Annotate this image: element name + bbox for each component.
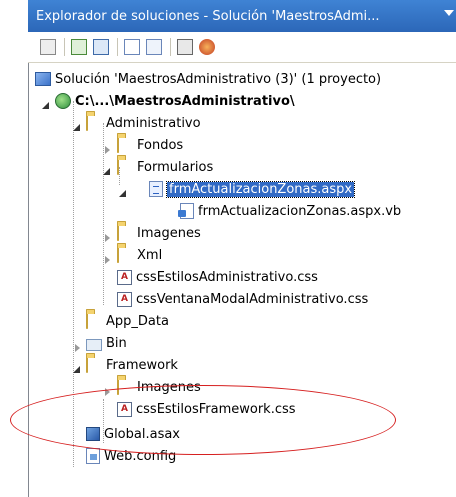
toolbar: [28, 32, 456, 63]
tree-item-administrativo[interactable]: Administrativo: [86, 112, 201, 134]
tree-item-label: Solución 'MaestrosAdministrativo (3)' (1…: [55, 71, 382, 87]
solution-icon: [35, 72, 51, 86]
expand-toggle-icon[interactable]: [119, 189, 128, 198]
tree-item-framework-imagenes[interactable]: Imagenes: [117, 376, 201, 398]
tree-item-label: Administrativo: [106, 115, 201, 131]
tree-item-imagenes[interactable]: Imagenes: [117, 222, 201, 244]
css-file-icon: A: [117, 269, 132, 285]
global-asax-icon: [86, 427, 100, 441]
expand-toggle-icon[interactable]: [73, 344, 82, 353]
solution-explorer-tree: Solución 'MaestrosAdministrativo (3)' (1…: [28, 63, 456, 497]
folder-open-icon: [117, 158, 119, 175]
folder-icon: [117, 136, 119, 153]
folder-icon: [117, 224, 119, 241]
tree-item-label: frmActualizacionZonas.aspx: [165, 180, 356, 198]
expand-toggle-icon[interactable]: [73, 123, 82, 132]
expand-toggle-icon[interactable]: [103, 234, 112, 243]
window-title: Explorador de soluciones - Solución 'Mae…: [36, 8, 380, 24]
window-title-bar[interactable]: Explorador de soluciones - Solución 'Mae…: [28, 0, 456, 32]
tree-item-css-administrativo[interactable]: A cssEstilosAdministrativo.css: [117, 266, 318, 288]
tree-item-global-asax[interactable]: Global.asax: [86, 423, 180, 445]
copy-website-icon[interactable]: [199, 39, 215, 55]
app-data-folder-icon: [86, 312, 88, 329]
tree-item-app-data[interactable]: App_Data: [86, 310, 169, 332]
expand-toggle-icon[interactable]: [73, 365, 82, 374]
expand-toggle-icon[interactable]: [103, 146, 112, 155]
toolbar-separator: [64, 38, 65, 56]
tree-item-label: frmActualizacionZonas.aspx.vb: [198, 203, 402, 219]
expand-toggle-icon[interactable]: [103, 167, 112, 176]
tree-item-css-framework[interactable]: A cssEstilosFramework.css: [117, 398, 296, 420]
show-all-files-icon[interactable]: [93, 39, 109, 55]
tree-item-label: C:\...\MaestrosAdministrativo\: [75, 93, 295, 109]
folder-icon: [117, 378, 119, 395]
refresh-icon[interactable]: [71, 39, 87, 55]
view-designer-icon[interactable]: [146, 39, 162, 55]
tree-item-label: cssVentanaModalAdministrativo.css: [136, 291, 369, 307]
tree-item-bin[interactable]: Bin: [86, 332, 127, 354]
tree-item-frm-vb[interactable]: frmActualizacionZonas.aspx.vb: [178, 200, 402, 222]
properties-icon[interactable]: [40, 39, 56, 55]
folder-open-icon: [86, 356, 88, 373]
tree-item-framework[interactable]: Framework: [86, 354, 178, 376]
nest-related-icon[interactable]: [177, 39, 193, 55]
folder-open-icon: [86, 114, 88, 131]
chevron-down-icon[interactable]: [444, 10, 454, 16]
tree-item-formularios[interactable]: Formularios: [117, 156, 213, 178]
css-file-icon: A: [117, 401, 132, 417]
tree-item-label: Bin: [106, 335, 127, 351]
tree-item-label: Formularios: [137, 159, 214, 175]
folder-icon: [117, 246, 119, 263]
css-file-icon: A: [117, 291, 132, 307]
view-code-icon[interactable]: [124, 39, 140, 55]
tree-item-solution[interactable]: Solución 'MaestrosAdministrativo (3)' (1…: [35, 68, 381, 90]
tree-item-label: cssEstilosAdministrativo.css: [136, 269, 318, 285]
toolbar-separator: [170, 38, 171, 56]
tree-item-project[interactable]: C:\...\MaestrosAdministrativo\: [55, 90, 295, 112]
tree-item-label: Global.asax: [104, 426, 181, 442]
expand-toggle-icon[interactable]: [42, 101, 51, 110]
vb-code-file-icon: [178, 203, 194, 219]
tree-item-xml[interactable]: Xml: [117, 244, 162, 266]
tree-item-css-modal[interactable]: A cssVentanaModalAdministrativo.css: [117, 288, 368, 310]
tree-item-label: Framework: [106, 357, 178, 373]
tree-item-label: Imagenes: [137, 379, 201, 395]
config-file-icon: [86, 448, 100, 464]
tree-item-label: cssEstilosFramework.css: [136, 401, 296, 417]
toolbar-separator: [117, 38, 118, 56]
website-project-icon: [55, 93, 71, 109]
tree-item-label: Xml: [137, 247, 163, 263]
tree-item-web-config[interactable]: Web.config: [86, 445, 176, 467]
expand-toggle-icon[interactable]: [103, 388, 112, 397]
tree-item-label: Imagenes: [137, 225, 201, 241]
tree-item-label: App_Data: [106, 313, 169, 329]
tree-item-frm-aspx[interactable]: frmActualizacionZonas.aspx: [149, 178, 356, 200]
expand-toggle-icon[interactable]: [103, 256, 112, 265]
tree-item-fondos[interactable]: Fondos: [117, 134, 183, 156]
bin-folder-icon: [86, 338, 102, 351]
aspx-file-icon: [149, 181, 163, 197]
tree-item-label: Web.config: [104, 448, 177, 464]
tree-item-label: Fondos: [137, 137, 184, 153]
